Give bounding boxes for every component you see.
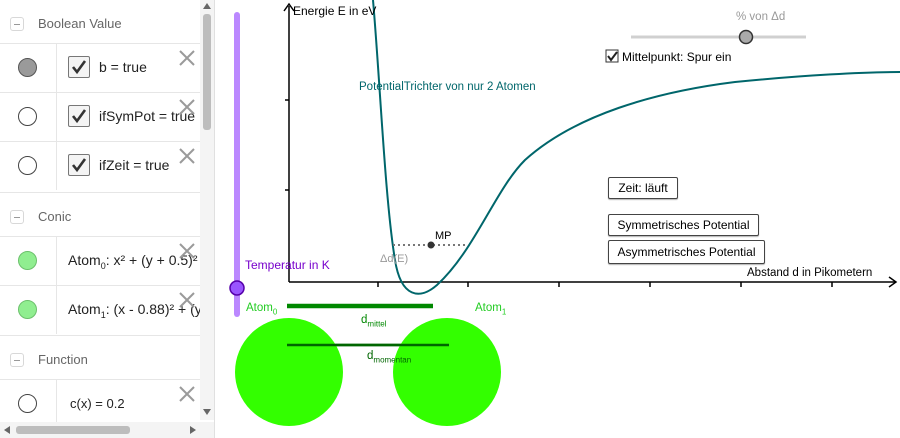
- scrollbar-thumb[interactable]: [203, 14, 211, 130]
- check-icon: [71, 60, 87, 75]
- list-item-ifzeit[interactable]: ifZeit = true: [0, 141, 200, 190]
- delete-icon[interactable]: [178, 242, 196, 260]
- delete-icon[interactable]: [178, 49, 196, 67]
- checkbox-ifsympot[interactable]: [68, 105, 90, 127]
- temperature-slider-track[interactable]: [234, 12, 240, 317]
- mp-label: MP: [435, 230, 452, 242]
- percent-slider-handle[interactable]: [738, 29, 754, 45]
- delete-icon[interactable]: [178, 147, 196, 165]
- category-function[interactable]: Function: [0, 335, 200, 383]
- d-mittel-label: dmittel: [361, 314, 387, 329]
- divider: [56, 380, 57, 428]
- algebra-view: Boolean Value b = true ifSymPot = true i…: [0, 0, 215, 438]
- list-item-c[interactable]: c(x) = 0.2: [0, 379, 200, 428]
- delete-icon[interactable]: [178, 385, 196, 403]
- delta-d-label: Δd(E): [380, 253, 409, 265]
- category-conic[interactable]: Conic: [0, 192, 200, 240]
- category-label: Function: [38, 352, 88, 367]
- scroll-right-arrow-icon[interactable]: [190, 426, 196, 434]
- scrollbar-thumb[interactable]: [16, 426, 130, 434]
- graphics-canvas[interactable]: [215, 0, 900, 438]
- temperature-label: Temperatur in K: [245, 258, 330, 272]
- collapse-icon[interactable]: [10, 16, 24, 31]
- temperature-slider-handle[interactable]: [229, 280, 245, 296]
- scroll-left-arrow-icon[interactable]: [4, 426, 10, 434]
- check-icon: [71, 109, 87, 124]
- checkbox-ifzeit[interactable]: [68, 154, 90, 176]
- d-momentan-label: dmomentan: [367, 350, 412, 365]
- scroll-down-arrow-icon[interactable]: [203, 409, 211, 415]
- divider: [56, 142, 57, 190]
- atom0-circle[interactable]: [235, 318, 343, 426]
- zeit-button[interactable]: Zeit: läuft: [608, 177, 678, 199]
- symmetric-potential-button[interactable]: Symmetrisches Potential: [608, 214, 759, 236]
- list-item-atom0[interactable]: Atom0: x² + (y + 0.5)²: [0, 236, 200, 285]
- check-icon: [71, 158, 87, 173]
- divider: [56, 286, 57, 334]
- vertical-scrollbar[interactable]: [200, 0, 214, 420]
- collapse-icon[interactable]: [10, 352, 24, 367]
- category-label: Conic: [38, 209, 72, 224]
- list-item-atom1[interactable]: Atom1: (x - 0.88)² + (y: [0, 285, 202, 334]
- visibility-marble-icon[interactable]: [18, 156, 37, 175]
- divider: [56, 44, 57, 92]
- divider: [56, 93, 57, 141]
- visibility-marble-icon[interactable]: [18, 107, 37, 126]
- visibility-marble-icon[interactable]: [18, 394, 37, 413]
- expression-text: b = true: [99, 59, 147, 75]
- graphics-view[interactable]: Energie E in eV PotentialTrichter von nu…: [215, 0, 900, 438]
- asymmetric-potential-button[interactable]: Asymmetrisches Potential: [608, 240, 765, 264]
- delete-icon[interactable]: [178, 98, 196, 116]
- atom1-circle[interactable]: [393, 318, 501, 426]
- scroll-up-arrow-icon[interactable]: [203, 3, 211, 9]
- list-item-ifsympot[interactable]: ifSymPot = true: [0, 92, 200, 141]
- expression-text: c(x) = 0.2: [70, 396, 125, 411]
- atom0-label: Atom0: [246, 302, 278, 317]
- list-item-b[interactable]: b = true: [0, 43, 200, 92]
- mp-point[interactable]: [427, 241, 435, 249]
- expression-text: ifZeit = true: [99, 157, 170, 173]
- collapse-icon[interactable]: [10, 209, 24, 224]
- category-label: Boolean Value: [38, 16, 122, 31]
- visibility-marble-icon[interactable]: [18, 300, 37, 319]
- checkbox-b[interactable]: [68, 56, 90, 78]
- y-axis-label: Energie E in eV: [293, 4, 377, 18]
- category-boolean[interactable]: Boolean Value: [0, 0, 200, 47]
- percent-slider-label: % von Δd: [736, 11, 786, 23]
- divider: [56, 237, 57, 285]
- x-axis-label: Abstand d in Pikometern: [747, 267, 873, 279]
- mittelpunkt-label: Mittelpunkt: Spur ein: [622, 50, 732, 64]
- atom1-label: Atom1: [475, 302, 507, 317]
- curve-label: PotentialTrichter von nur 2 Atomen: [359, 81, 536, 93]
- visibility-marble-icon[interactable]: [18, 251, 37, 270]
- delete-icon[interactable]: [178, 291, 196, 309]
- horizontal-scrollbar[interactable]: [0, 422, 214, 438]
- visibility-marble-icon[interactable]: [18, 58, 37, 77]
